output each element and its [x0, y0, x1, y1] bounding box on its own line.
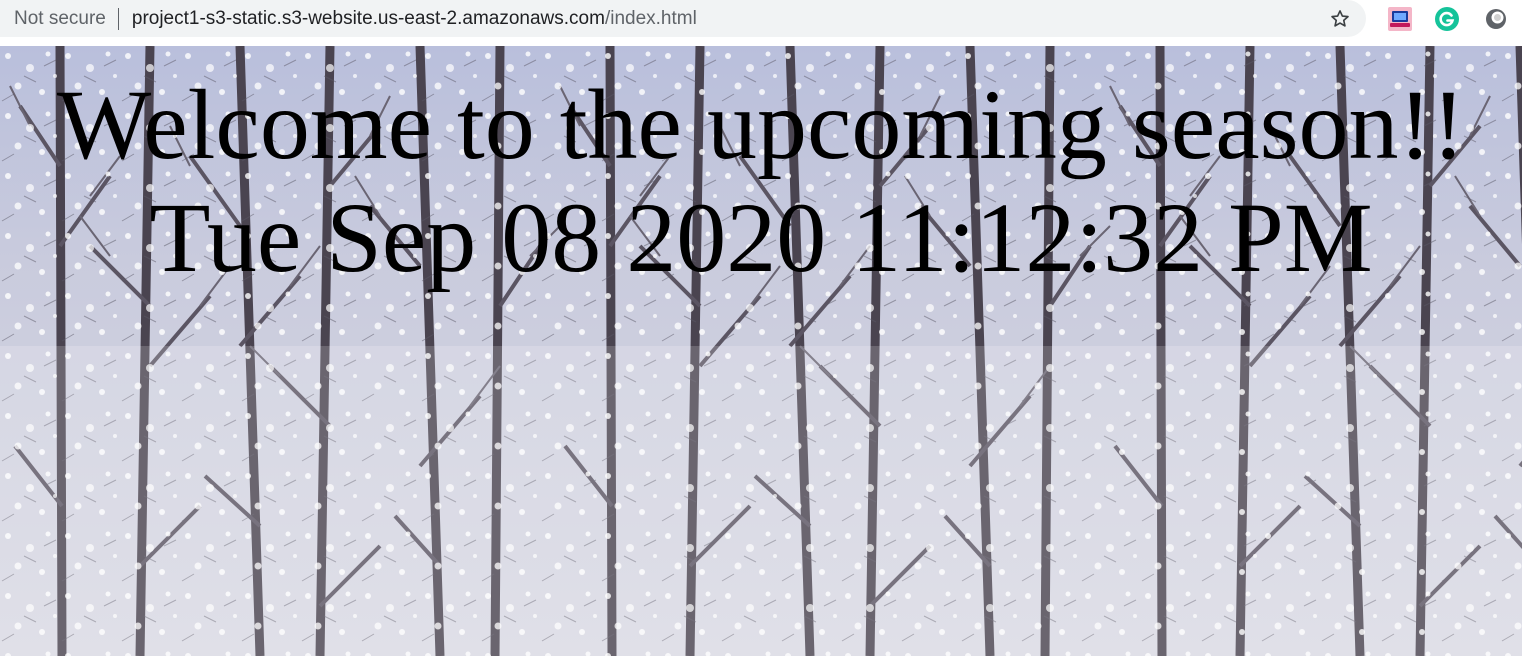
- browser-toolbar: Not secure project1-s3-static.s3-website…: [0, 0, 1522, 40]
- page-content: Welcome to the upcoming season!! Tue Sep…: [0, 68, 1522, 294]
- grammarly-extension-icon[interactable]: [1434, 6, 1460, 32]
- security-indicator[interactable]: Not secure: [14, 8, 106, 30]
- bookmark-star-icon[interactable]: [1326, 5, 1354, 33]
- laptop-extension-icon[interactable]: [1387, 6, 1413, 32]
- address-bar[interactable]: Not secure project1-s3-static.s3-website…: [0, 0, 1366, 37]
- welcome-heading: Welcome to the upcoming season!!: [56, 69, 1466, 180]
- address-separator: [117, 7, 119, 30]
- web-page: Welcome to the upcoming season!! Tue Sep…: [0, 46, 1522, 656]
- url-path: /index.html: [604, 7, 697, 29]
- circle-extension-icon[interactable]: [1483, 6, 1509, 32]
- url-host: project1-s3-static.s3-website.us-east-2.…: [131, 7, 605, 29]
- current-datetime: Tue Sep 08 2020 11:12:32 PM: [149, 182, 1373, 293]
- url-text[interactable]: project1-s3-static.s3-website.us-east-2.…: [132, 8, 697, 30]
